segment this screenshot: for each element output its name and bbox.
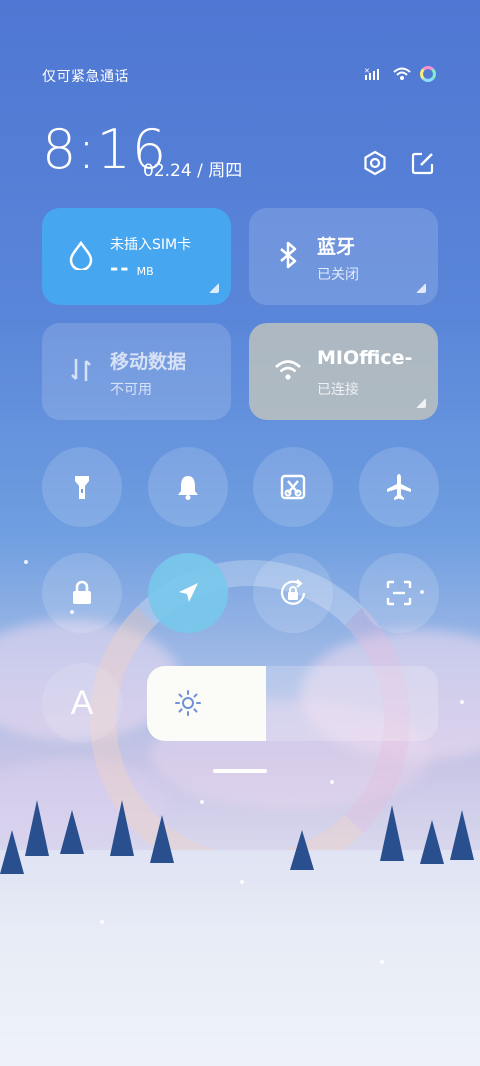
screenshot-toggle[interactable] xyxy=(253,447,333,527)
mobile-data-icon xyxy=(71,359,91,381)
screenshot-icon xyxy=(280,474,306,500)
scan-toggle[interactable] xyxy=(359,553,439,633)
airplane-icon xyxy=(387,474,411,500)
expand-corner-icon xyxy=(209,283,219,293)
water-drop-icon xyxy=(69,240,93,270)
lock-screen-button[interactable] xyxy=(42,553,122,633)
brightness-fill xyxy=(147,666,267,741)
brightness-icon xyxy=(175,690,201,716)
settings-icon[interactable] xyxy=(362,150,388,176)
battery-ring-icon xyxy=(420,66,436,82)
wifi-network-name: MIOffice- xyxy=(317,347,413,369)
bluetooth-status: 已关闭 xyxy=(317,267,359,283)
data-usage-value: -- MB xyxy=(110,256,154,280)
font-size-button[interactable]: A xyxy=(42,663,122,743)
location-toggle[interactable] xyxy=(148,553,228,633)
wifi-tile[interactable]: MIOffice- 已连接 xyxy=(249,323,438,420)
flashlight-icon xyxy=(75,476,89,499)
wifi-icon xyxy=(393,67,411,80)
mobile-data-tile[interactable]: 移动数据 不可用 xyxy=(42,323,231,420)
signal-icon: ✕ xyxy=(364,67,379,80)
bell-icon xyxy=(178,476,198,500)
status-carrier-text: 仅可紧急通话 xyxy=(42,69,129,85)
brightness-slider[interactable] xyxy=(147,666,438,741)
data-usage-title: 未插入SIM卡 xyxy=(110,237,192,253)
rotation-lock-toggle[interactable] xyxy=(253,553,333,633)
bluetooth-title: 蓝牙 xyxy=(317,236,356,258)
mobile-data-status: 不可用 xyxy=(110,382,152,398)
svg-text:✕: ✕ xyxy=(364,67,370,75)
data-usage-tile[interactable]: 未插入SIM卡 -- MB xyxy=(42,208,231,305)
clock-date: 02.24 / 周四 xyxy=(143,161,243,181)
expand-corner-icon xyxy=(416,283,426,293)
edit-icon[interactable] xyxy=(410,150,436,176)
expand-corner-icon xyxy=(416,398,426,408)
lock-icon xyxy=(73,580,91,604)
flashlight-toggle[interactable] xyxy=(42,447,122,527)
drag-handle[interactable] xyxy=(213,769,267,773)
wifi-icon xyxy=(275,360,301,380)
sound-toggle[interactable] xyxy=(148,447,228,527)
bluetooth-icon xyxy=(280,241,297,269)
rotation-lock-icon xyxy=(280,579,306,605)
wifi-status: 已连接 xyxy=(317,382,359,398)
location-icon xyxy=(179,583,198,602)
mobile-data-title: 移动数据 xyxy=(110,351,187,373)
bluetooth-tile[interactable]: 蓝牙 已关闭 xyxy=(249,208,438,305)
airplane-toggle[interactable] xyxy=(359,447,439,527)
status-icons: ✕ xyxy=(364,66,436,82)
scan-icon xyxy=(386,580,412,606)
